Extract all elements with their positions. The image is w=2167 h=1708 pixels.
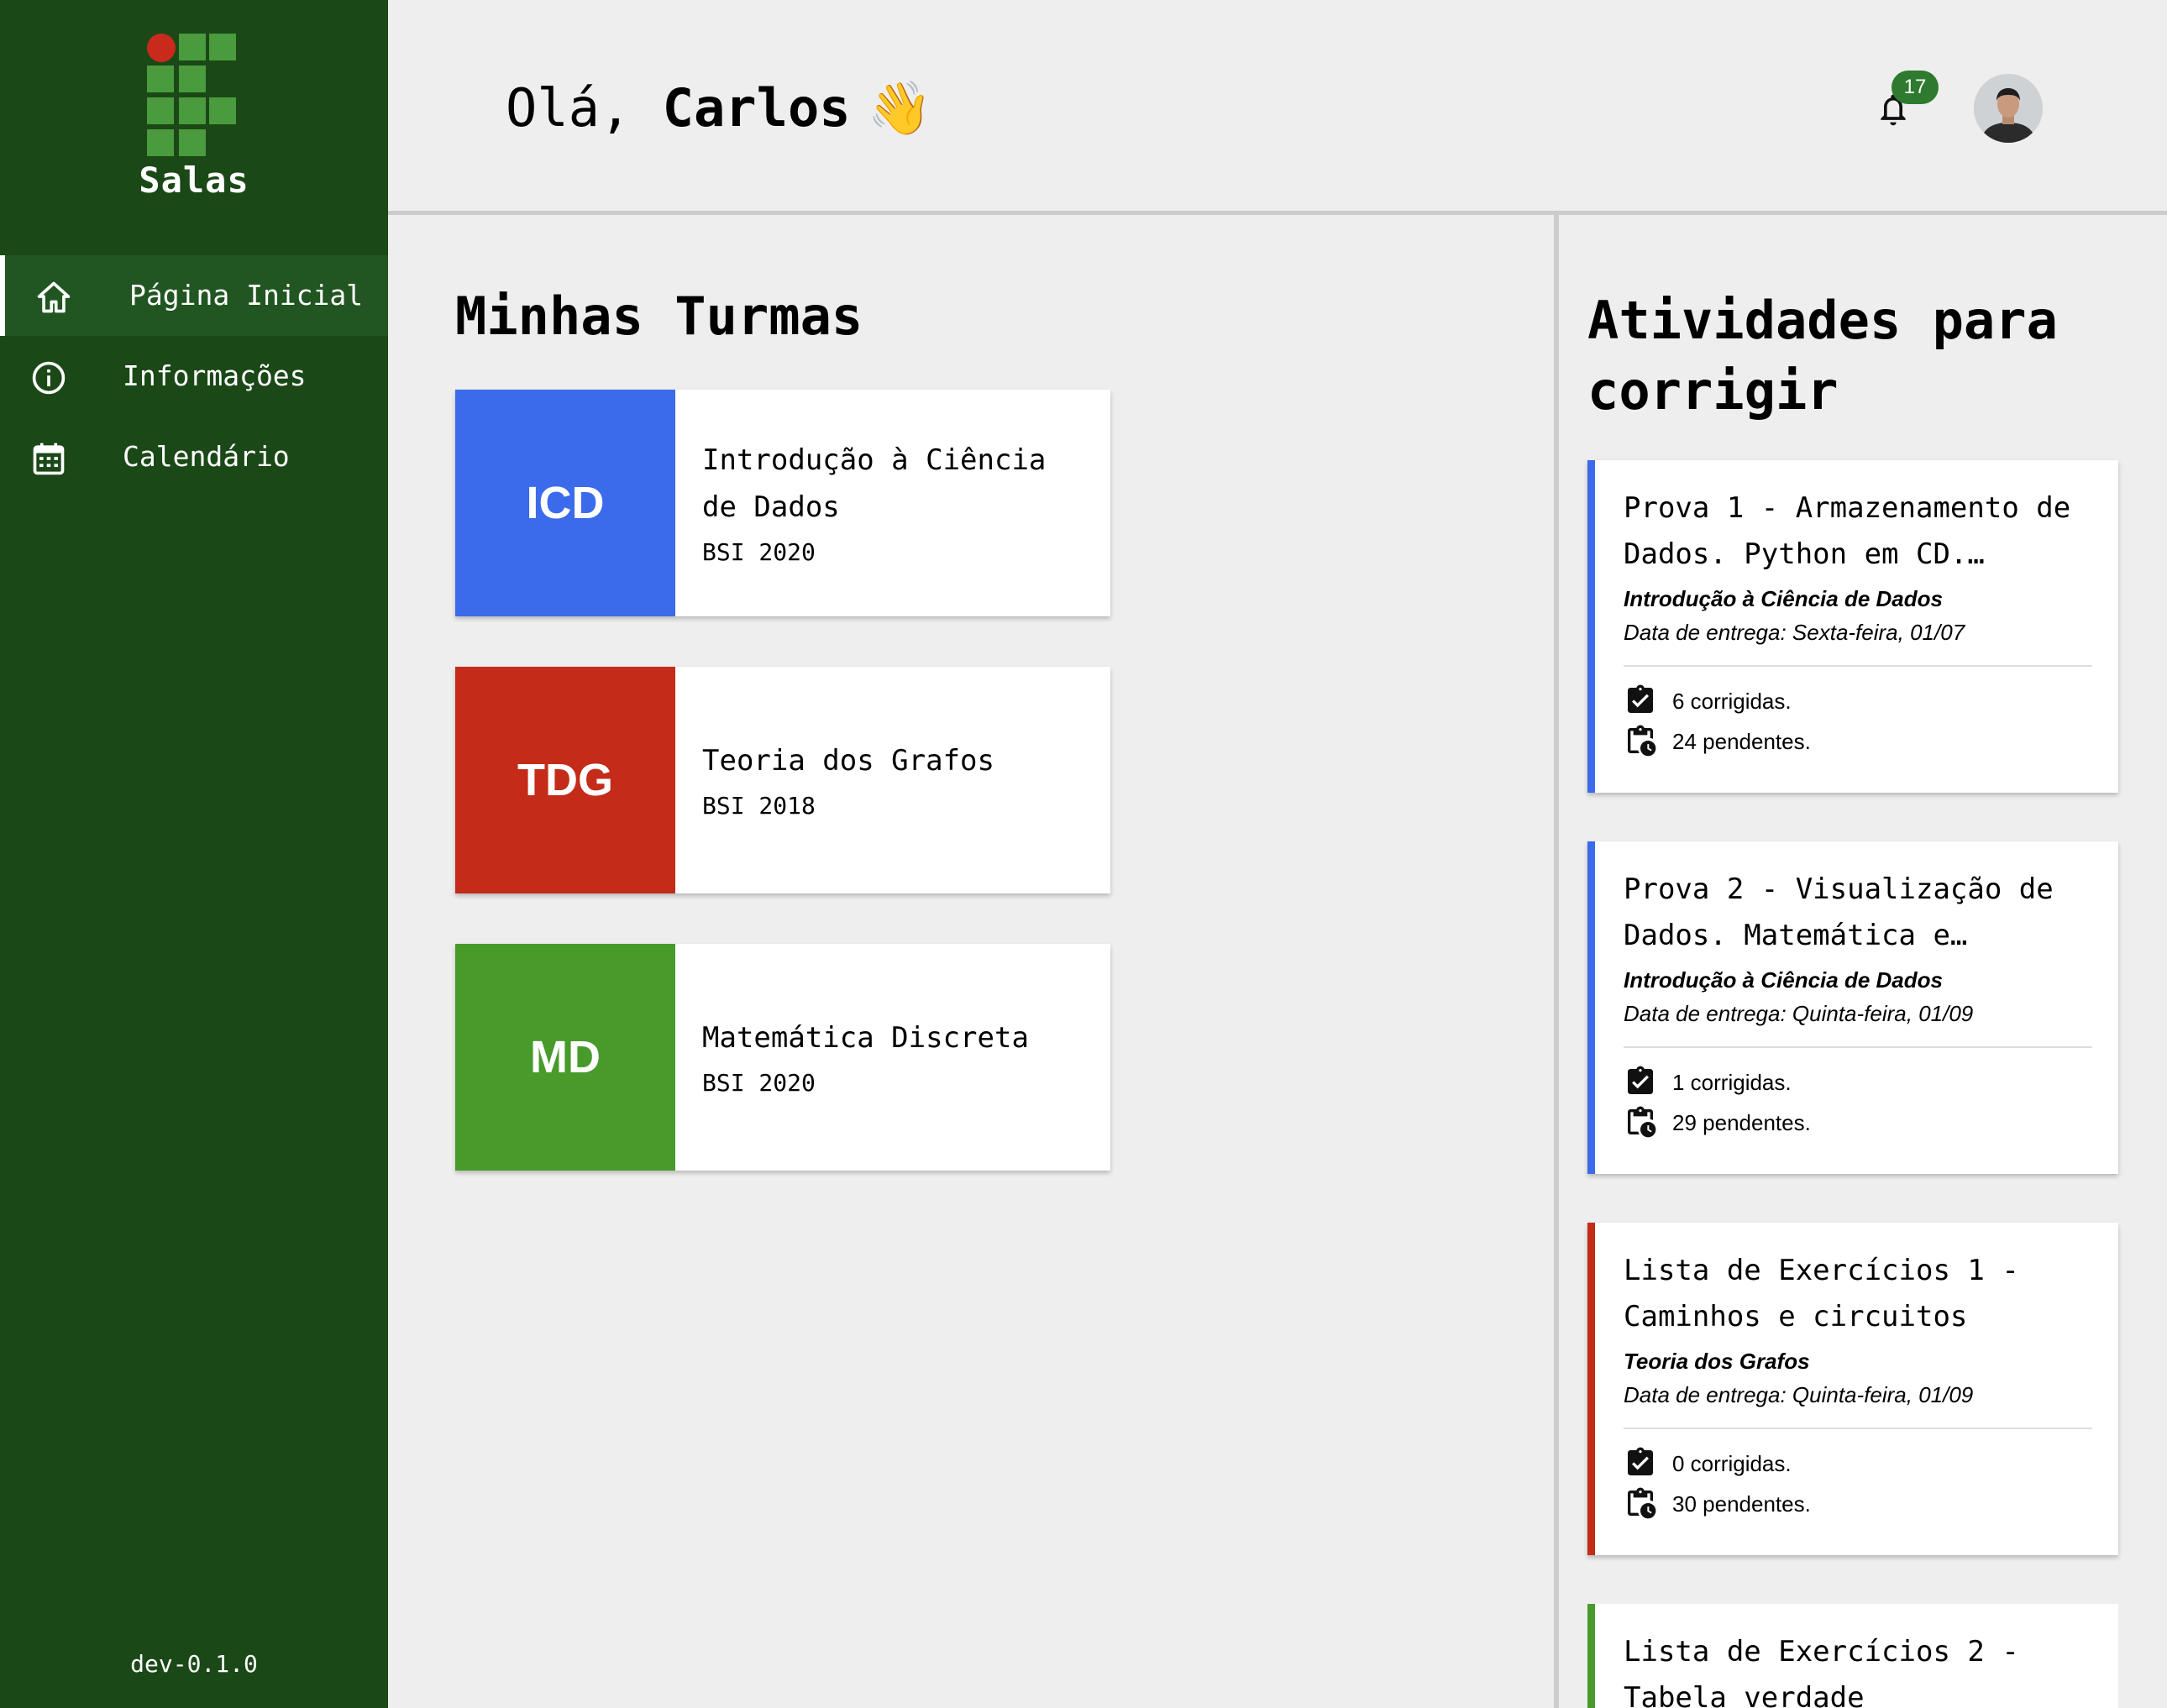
class-abbr: ICD: [455, 390, 675, 616]
clipboard-clock-icon: [1628, 1487, 1656, 1519]
section-title-turmas: Minhas Turmas: [455, 286, 863, 347]
avatar[interactable]: [1974, 74, 2043, 143]
home-icon: [37, 281, 71, 313]
activity-due-date: Data de entrega: Sexta-feira, 01/07: [1624, 620, 1965, 645]
user-name: Carlos: [662, 77, 851, 139]
class-name: Teoria dos Grafos: [702, 744, 994, 778]
clipboard-check-icon: [1628, 684, 1653, 713]
divider: [1624, 665, 2092, 667]
class-subtitle: BSI 2020: [702, 538, 816, 566]
corrected-count: 0 corrigidas.: [1672, 1451, 1792, 1476]
class-name: Matemática Discreta: [702, 1021, 1029, 1055]
class-name: Introdução à Ciência de Dados: [702, 443, 1047, 524]
logo-red-dot: [147, 34, 176, 62]
class-abbr: TDG: [455, 667, 675, 893]
activity-title: Prova 1 - Armazenamento de Dados. Python…: [1624, 491, 2071, 571]
clipboard-check-icon: [1628, 1447, 1653, 1475]
divider: [1624, 1428, 2092, 1429]
pending-count: 29 pendentes.: [1672, 1110, 1811, 1135]
divider: [1624, 1046, 2092, 1048]
info-icon: [32, 361, 66, 395]
class-card[interactable]: TDG Teoria dos Grafos BSI 2018: [455, 667, 1110, 893]
class-subtitle: BSI 2018: [702, 792, 816, 820]
nav-calendario[interactable]: Calendário: [0, 417, 388, 497]
nav-informacoes[interactable]: Informações: [0, 336, 388, 417]
nav-label: Informações: [123, 359, 307, 392]
activity-title: Prova 2 - Visualização de Dados. Matemát…: [1624, 872, 2054, 952]
activity-card[interactable]: Prova 2 - Visualização de Dados. Matemát…: [1587, 841, 2118, 1174]
activity-class: Introdução à Ciência de Dados: [1624, 586, 1943, 611]
activity-due-date: Data de entrega: Quinta-feira, 01/09: [1624, 1001, 1974, 1026]
section-title-atividades: Atividades para corrigir: [1587, 290, 2058, 422]
pending-count: 30 pendentes.: [1672, 1491, 1811, 1517]
clipboard-clock-icon: [1628, 725, 1656, 757]
corrected-count: 6 corrigidas.: [1672, 689, 1792, 714]
activity-card[interactable]: Lista de Exercícios 1 - Caminhos e circu…: [1587, 1223, 2118, 1555]
activity-class: Teoria dos Grafos: [1624, 1349, 1810, 1374]
nav-pagina-inicial[interactable]: Página Inicial: [0, 255, 388, 336]
pending-count: 24 pendentes.: [1672, 729, 1811, 754]
notification-badge: 17: [1892, 71, 1939, 104]
sidebar: Salas Página Inicial Informações Calendá…: [0, 0, 388, 1708]
header: Olá, Carlos 👋 17: [388, 0, 2167, 215]
calendar-icon: [33, 443, 65, 475]
nav-label: Calendário: [123, 440, 290, 473]
activity-due-date: Data de entrega: Quinta-feira, 01/09: [1624, 1382, 1974, 1407]
greeting: Olá, Carlos 👋: [506, 77, 932, 139]
clipboard-clock-icon: [1628, 1106, 1656, 1138]
version-label: dev-0.1.0: [130, 1650, 258, 1678]
class-subtitle: BSI 2020: [702, 1069, 816, 1097]
activity-card[interactable]: Prova 1 - Armazenamento de Dados. Python…: [1587, 460, 2118, 793]
nav-label: Página Inicial: [129, 279, 364, 312]
wave-emoji: 👋: [867, 77, 932, 139]
activity-card[interactable]: Lista de Exercícios 2 - Tabela verdade: [1587, 1604, 2118, 1708]
clipboard-check-icon: [1628, 1066, 1653, 1094]
column-divider: [1554, 215, 1559, 1708]
brand-name: Salas: [139, 160, 249, 201]
greeting-prefix: Olá,: [506, 77, 632, 139]
activity-title: Lista de Exercícios 2 - Tabela verdade: [1624, 1635, 2019, 1708]
corrected-count: 1 corrigidas.: [1672, 1070, 1792, 1095]
activity-class: Introdução à Ciência de Dados: [1624, 967, 1943, 993]
class-card[interactable]: MD Matemática Discreta BSI 2020: [455, 944, 1110, 1171]
activity-title: Lista de Exercícios 1 - Caminhos e circu…: [1624, 1254, 2019, 1333]
class-card[interactable]: ICD Introdução à Ciência de Dados BSI 20…: [455, 390, 1110, 616]
user-photo: [1974, 74, 2043, 143]
class-abbr: MD: [455, 944, 675, 1171]
